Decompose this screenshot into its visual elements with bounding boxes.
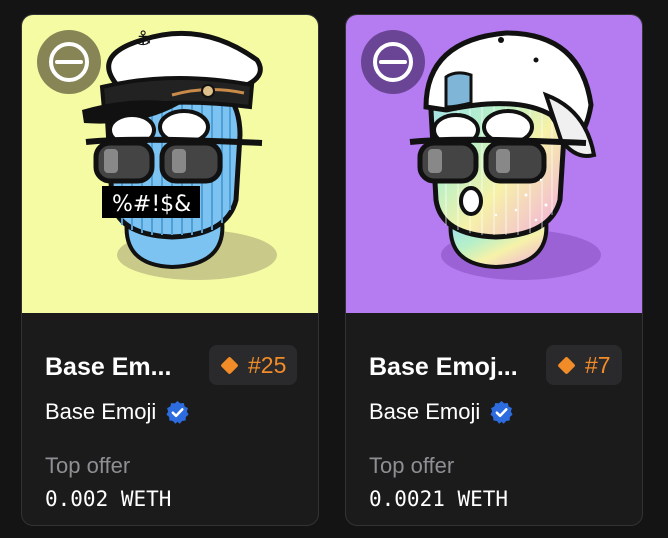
- collection-name: Base Emoji: [369, 399, 481, 424]
- nft-image[interactable]: [346, 15, 642, 313]
- top-offer-label: Top offer: [45, 453, 131, 478]
- rank-value: #25: [248, 351, 287, 378]
- collection-name: Base Emoji: [45, 399, 157, 424]
- diamond-icon: [557, 355, 576, 375]
- top-offer-value: 0.0021 WETH: [369, 487, 509, 511]
- select-toggle[interactable]: [37, 30, 101, 94]
- rarity-rank-badge: #25: [209, 345, 297, 385]
- minus-circle-icon: [361, 30, 425, 94]
- verified-badge-icon: [166, 400, 189, 424]
- nft-title[interactable]: Base Emoj...: [369, 353, 518, 382]
- nft-card[interactable]: ⚓ %#!$& Base Em... #25 Base Emoji Top of…: [21, 14, 319, 526]
- verified-badge-icon: [490, 400, 513, 424]
- censor-text: %#!$&: [112, 192, 191, 217]
- rarity-rank-badge: #7: [546, 345, 622, 385]
- top-offer-label: Top offer: [369, 453, 455, 478]
- diamond-icon: [220, 355, 239, 375]
- rank-value: #7: [585, 351, 611, 378]
- select-toggle[interactable]: [361, 30, 425, 94]
- nft-title[interactable]: Base Em...: [45, 353, 171, 382]
- top-offer-value: 0.002 WETH: [45, 487, 172, 511]
- collection-link[interactable]: Base Emoji: [369, 399, 514, 425]
- nft-card[interactable]: Base Emoj... #7 Base Emoji Top offer 0.0…: [345, 14, 643, 526]
- nft-image[interactable]: ⚓ %#!$&: [22, 15, 318, 313]
- svg-text:⚓: ⚓: [134, 26, 152, 50]
- collection-link[interactable]: Base Emoji: [45, 399, 190, 425]
- minus-circle-icon: [37, 30, 101, 94]
